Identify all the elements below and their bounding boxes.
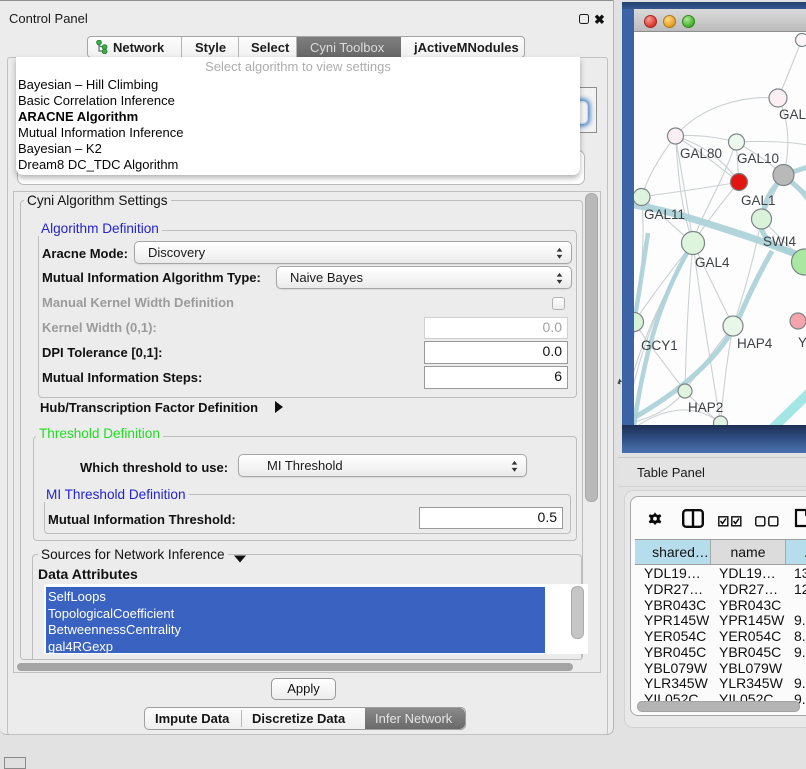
- svg-text:HAP2: HAP2: [688, 400, 723, 415]
- svg-text:GAL11: GAL11: [644, 207, 685, 222]
- svg-text:GAL1: GAL1: [741, 193, 776, 208]
- svg-text:Y: Y: [798, 335, 806, 350]
- svg-text:HAP4: HAP4: [737, 336, 773, 351]
- svg-text:GAL10: GAL10: [737, 151, 779, 166]
- svg-text:GAL: GAL: [779, 107, 806, 122]
- svg-text:SWI4: SWI4: [763, 234, 796, 249]
- svg-text:GAL80: GAL80: [680, 146, 722, 161]
- svg-text:GCY1: GCY1: [641, 338, 678, 353]
- svg-text:GAL4: GAL4: [695, 255, 730, 270]
